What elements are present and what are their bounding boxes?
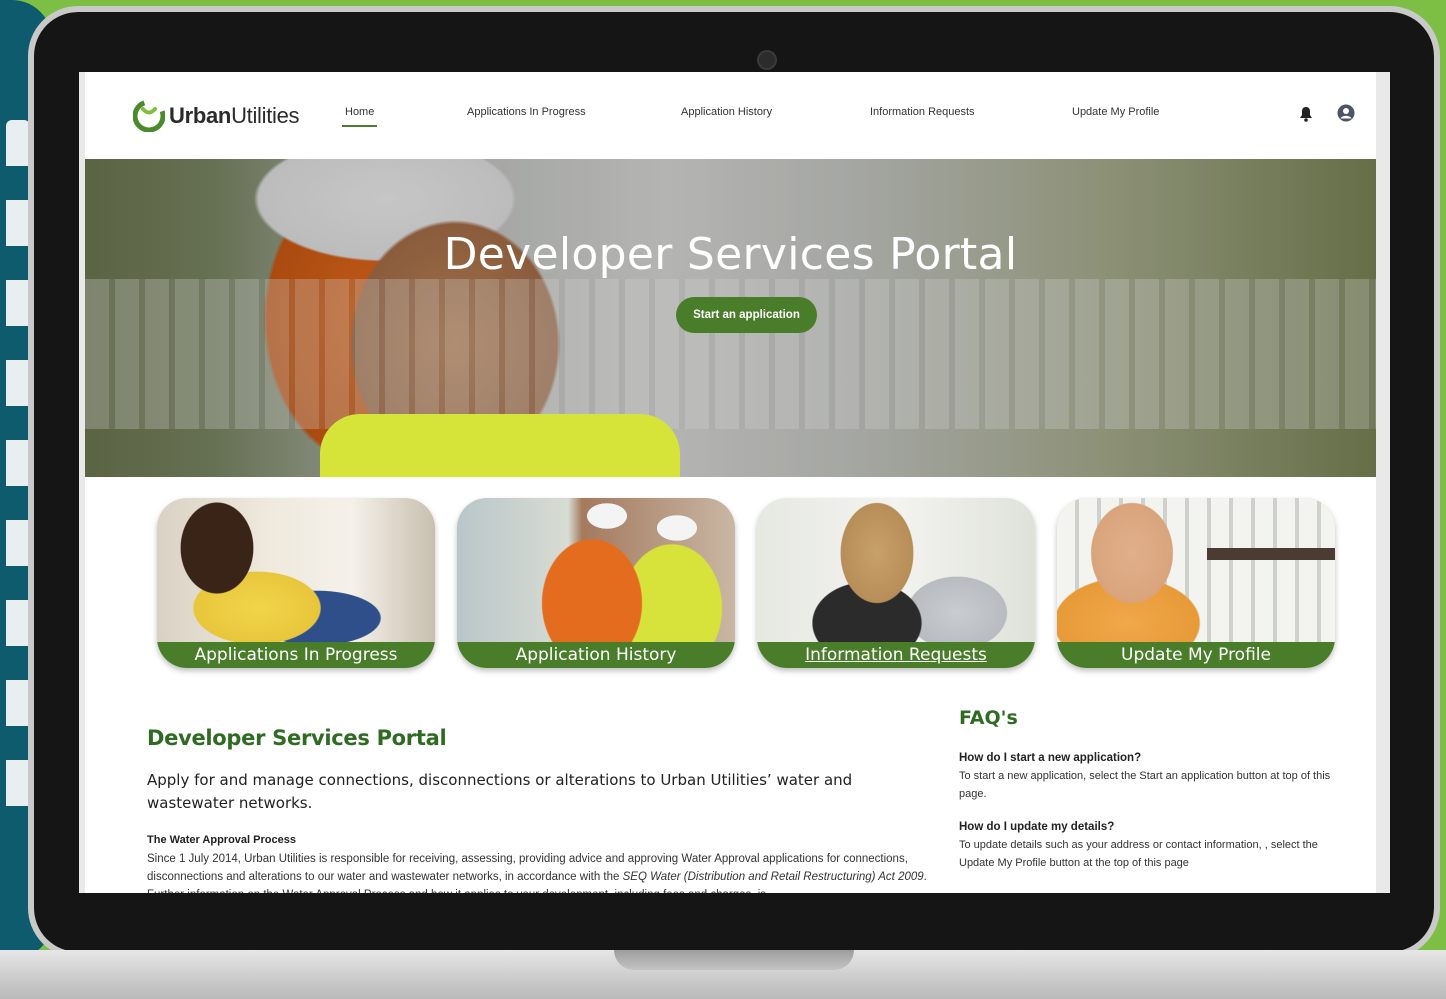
tile-update-my-profile[interactable]: Update My Profile [1057,498,1335,668]
laptop-notch [614,950,854,970]
tile-photo [757,498,1035,642]
tile-label: Application History [457,642,735,668]
site-header: UrbanUtilities Home Applications In Prog… [85,72,1376,159]
faq-answer: To start a new application, select the S… [959,770,1331,800]
user-avatar-icon[interactable] [1337,104,1355,127]
section-lede: Apply for and manage connections, discon… [147,771,853,812]
tile-application-history[interactable]: Application History [457,498,735,668]
subsection-body: Since 1 July 2014, Urban Utilities is re… [147,850,947,893]
faq-question: How do I update my details? [959,821,1115,833]
nav-update-my-profile[interactable]: Update My Profile [1072,106,1159,118]
subsection-title: The Water Approval Process [147,834,296,846]
logo-icon [132,99,166,133]
nav-home[interactable]: Home [341,106,378,127]
faq-title: FAQ's [959,707,1018,729]
act-name: SEQ Water (Distribution and Retail Restr… [622,871,924,883]
tile-photo [457,498,735,642]
camera-icon [757,50,777,70]
nav-applications-in-progress[interactable]: Applications In Progress [467,106,586,118]
nav-application-history[interactable]: Application History [681,106,772,118]
tile-label: Information Requests [757,642,1035,668]
bell-icon[interactable] [1299,106,1313,127]
tile-information-requests[interactable]: Information Requests [757,498,1035,668]
hero-banner: Developer Services Portal Start an appli… [85,159,1376,477]
faq-answer: To update details such as your address o… [959,839,1318,869]
start-application-button[interactable]: Start an application [676,297,817,333]
nav-information-requests[interactable]: Information Requests [870,106,975,118]
browser-screen: UrbanUtilities Home Applications In Prog… [85,72,1376,893]
section-title: Developer Services Portal [147,726,447,750]
tile-photo [1057,498,1335,642]
faq-question: How do I start a new application? [959,752,1142,764]
tile-applications-in-progress[interactable]: Applications In Progress [157,498,435,668]
logo-text: UrbanUtilities [169,103,300,128]
hero-title: Developer Services Portal [443,229,1018,280]
hero-photo-detail [320,414,680,477]
tile-label: Update My Profile [1057,642,1335,668]
tile-label: Applications In Progress [157,642,435,668]
screen-bezel [1376,72,1390,893]
tile-photo [157,498,435,642]
site-logo[interactable]: UrbanUtilities [132,99,300,133]
